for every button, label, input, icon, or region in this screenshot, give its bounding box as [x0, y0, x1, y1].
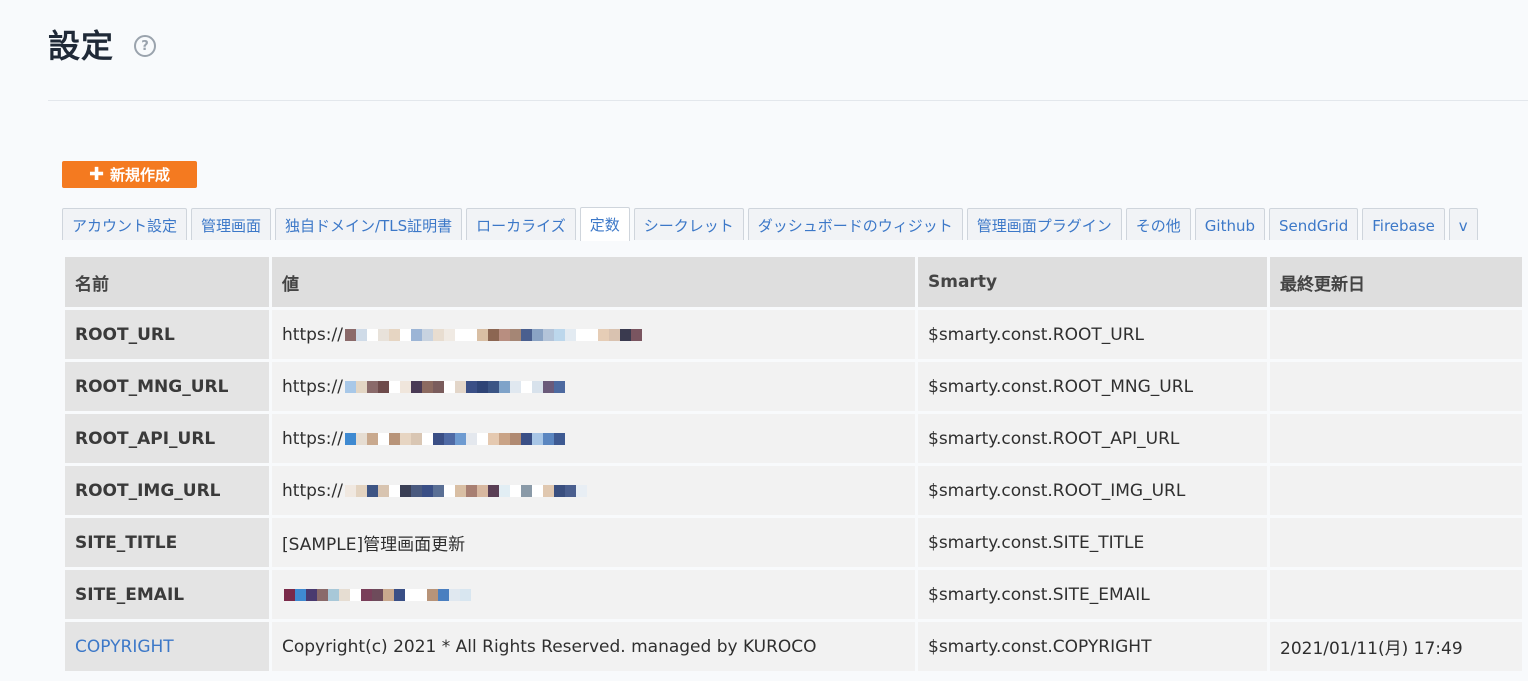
smarty-expression: $smarty.const.SITE_EMAIL — [918, 570, 1267, 619]
redacted-value — [344, 484, 587, 497]
question-circle-icon[interactable]: ? — [134, 35, 157, 57]
updated-at — [1270, 570, 1522, 619]
table-row[interactable]: ROOT_IMG_URL https:// $smarty.const.ROOT… — [65, 466, 1522, 515]
updated-at — [1270, 518, 1522, 567]
table-header-row: 名前 値 Smarty 最終更新日 — [65, 257, 1522, 307]
tab-secret[interactable]: シークレット — [633, 208, 744, 240]
tab-dashboard-widget[interactable]: ダッシュボードのウィジット — [747, 208, 963, 240]
smarty-expression: $smarty.const.ROOT_API_URL — [918, 414, 1267, 463]
table-row[interactable]: SITE_EMAIL $smarty.const.SITE_EMAIL — [65, 570, 1522, 619]
smarty-expression: $smarty.const.COPYRIGHT — [918, 622, 1267, 671]
constant-value: https:// — [272, 310, 915, 359]
plus-icon: ✚ — [88, 163, 105, 185]
create-new-label: 新規作成 — [110, 166, 171, 184]
header-divider — [48, 100, 1528, 101]
column-header-name[interactable]: 名前 — [65, 257, 269, 307]
smarty-expression: $smarty.const.ROOT_URL — [918, 310, 1267, 359]
redacted-value — [344, 432, 565, 445]
settings-page: 設定 ? ✚ 新規作成 アカウント設定 管理画面 独自ドメイン/TLS証明書 ロ… — [0, 0, 1528, 681]
column-header-value[interactable]: 値 — [272, 257, 915, 307]
constant-value: [SAMPLE]管理画面更新 — [272, 518, 915, 567]
smarty-expression: $smarty.const.SITE_TITLE — [918, 518, 1267, 567]
tab-custom-domain[interactable]: 独自ドメイン/TLS証明書 — [275, 208, 463, 240]
redacted-value — [284, 588, 471, 601]
constant-value: https:// — [272, 414, 915, 463]
constant-name-link[interactable]: COPYRIGHT — [65, 622, 269, 671]
constant-value: Copyright(c) 2021 * All Rights Reserved.… — [272, 622, 915, 671]
smarty-expression: $smarty.const.ROOT_MNG_URL — [918, 362, 1267, 411]
constant-value: https:// — [272, 466, 915, 515]
updated-at — [1270, 362, 1522, 411]
value-text: https:// — [282, 324, 343, 345]
value-text: https:// — [282, 428, 343, 449]
value-text: https:// — [282, 480, 343, 501]
constant-name[interactable]: ROOT_URL — [65, 310, 269, 359]
tab-account[interactable]: アカウント設定 — [62, 208, 188, 240]
constant-value — [272, 570, 915, 619]
tab-sendgrid[interactable]: SendGrid — [1269, 208, 1359, 240]
updated-at — [1270, 414, 1522, 463]
title-row: 設定 ? — [48, 26, 157, 66]
constant-name[interactable]: ROOT_API_URL — [65, 414, 269, 463]
updated-at: 2021/01/11(月) 17:49 — [1270, 622, 1522, 671]
constant-name[interactable]: SITE_TITLE — [65, 518, 269, 567]
redacted-value — [344, 328, 642, 341]
constant-name[interactable]: ROOT_MNG_URL — [65, 362, 269, 411]
updated-at — [1270, 466, 1522, 515]
column-header-smarty[interactable]: Smarty — [918, 257, 1267, 307]
updated-at — [1270, 310, 1522, 359]
redacted-value — [344, 380, 565, 393]
value-text: https:// — [282, 376, 343, 397]
tab-admin-plugin[interactable]: 管理画面プラグイン — [966, 208, 1122, 240]
tab-more[interactable]: v — [1448, 208, 1478, 240]
tab-other[interactable]: その他 — [1125, 208, 1191, 240]
smarty-expression: $smarty.const.ROOT_IMG_URL — [918, 466, 1267, 515]
tab-admin-screen[interactable]: 管理画面 — [191, 208, 272, 240]
tab-firebase[interactable]: Firebase — [1362, 208, 1445, 240]
table-row[interactable]: ROOT_MNG_URL https:// $smarty.const.ROOT… — [65, 362, 1522, 411]
column-header-updated[interactable]: 最終更新日 — [1270, 257, 1522, 307]
tab-localize[interactable]: ローカライズ — [466, 208, 576, 240]
create-new-button[interactable]: ✚ 新規作成 — [62, 161, 197, 188]
table-row[interactable]: COPYRIGHT Copyright(c) 2021 * All Rights… — [65, 622, 1522, 671]
tab-github[interactable]: Github — [1194, 208, 1265, 240]
constant-value: https:// — [272, 362, 915, 411]
table-row[interactable]: ROOT_API_URL https:// $smarty.const.ROOT… — [65, 414, 1522, 463]
page-title: 設定 — [48, 27, 115, 65]
table-row[interactable]: SITE_TITLE [SAMPLE]管理画面更新 $smarty.const.… — [65, 518, 1522, 567]
constants-table: 名前 値 Smarty 最終更新日 ROOT_URL https:// $sma… — [62, 254, 1525, 674]
settings-tabs: アカウント設定 管理画面 独自ドメイン/TLS証明書 ローカライズ 定数 シーク… — [62, 207, 1482, 241]
table-row[interactable]: ROOT_URL https:// $smarty.const.ROOT_URL — [65, 310, 1522, 359]
tab-constants[interactable]: 定数 — [579, 207, 630, 241]
constant-name[interactable]: ROOT_IMG_URL — [65, 466, 269, 515]
constant-name[interactable]: SITE_EMAIL — [65, 570, 269, 619]
